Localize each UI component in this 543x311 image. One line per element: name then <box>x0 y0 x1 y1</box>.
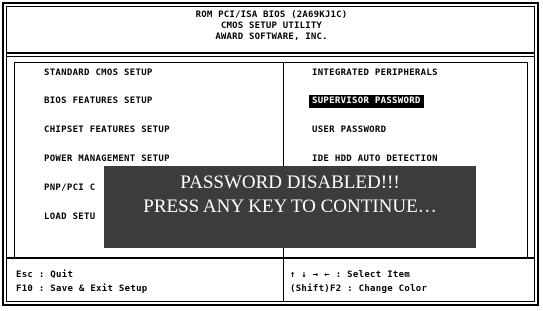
menu-item-integrated-peripherals[interactable]: INTEGRATED PERIPHERALS <box>312 68 438 79</box>
bios-title: ROM PCI/ISA BIOS (2A69KJ1C) <box>195 10 348 20</box>
header-divider <box>6 52 535 54</box>
footer-f10-save-exit: F10 : Save & Exit Setup <box>16 284 148 294</box>
menu-box-right <box>527 62 528 257</box>
vendor-title: AWARD SOFTWARE, INC. <box>215 32 328 42</box>
dialog-prompt: PRESS ANY KEY TO CONTINUE… <box>143 196 437 217</box>
menu-item-supervisor-password[interactable]: SUPERVISOR PASSWORD <box>309 95 424 108</box>
menu-item-pnp-pci-configuration[interactable]: PNP/PCI C <box>44 183 95 194</box>
utility-title: CMOS SETUP UTILITY <box>220 21 323 31</box>
menu-item-standard-cmos-setup[interactable]: STANDARD CMOS SETUP <box>44 68 153 79</box>
bios-setup-screen: ROM PCI/ISA BIOS (2A69KJ1C) CMOS SETUP U… <box>0 0 543 311</box>
password-disabled-dialog[interactable]: PASSWORD DISABLED!!! PRESS ANY KEY TO CO… <box>104 166 476 248</box>
header-divider-inner <box>6 56 535 57</box>
footer-select-item: ↑ ↓ → ← : Select Item <box>290 270 411 280</box>
menu-item-chipset-features-setup[interactable]: CHIPSET FEATURES SETUP <box>44 125 170 136</box>
footer-divider <box>6 257 535 259</box>
menu-item-power-management-setup[interactable]: POWER MANAGEMENT SETUP <box>44 154 170 165</box>
menu-item-user-password[interactable]: USER PASSWORD <box>312 125 386 136</box>
footer-esc-quit: Esc : Quit <box>16 270 74 280</box>
menu-item-ide-hdd-auto-detection[interactable]: IDE HDD AUTO DETECTION <box>312 154 438 165</box>
footer-change-color: (Shift)F2 : Change Color <box>290 284 428 294</box>
footer-column-divider <box>283 259 284 302</box>
menu-box-top <box>14 62 527 63</box>
menu-box-left <box>14 62 15 257</box>
dialog-message: PASSWORD DISABLED!!! <box>180 172 400 193</box>
menu-item-bios-features-setup[interactable]: BIOS FEATURES SETUP <box>44 96 153 107</box>
menu-item-load-setup-defaults[interactable]: LOAD SETU <box>44 212 95 223</box>
